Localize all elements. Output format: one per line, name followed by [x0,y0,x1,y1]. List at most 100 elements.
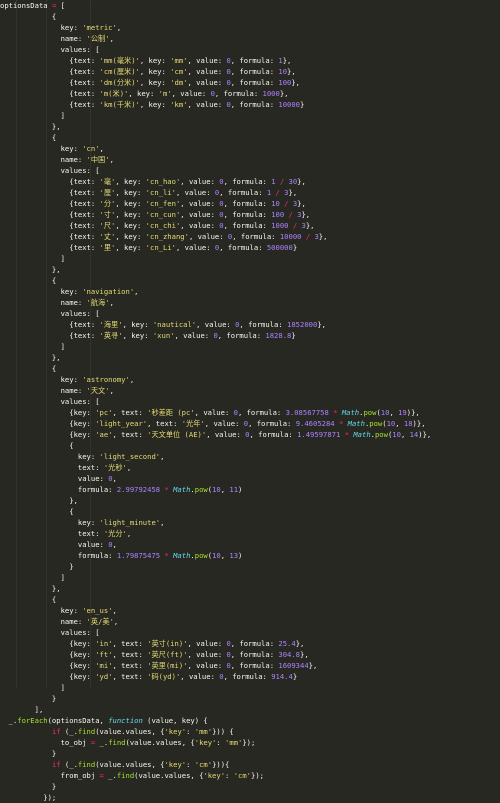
code-token: { [0,12,57,21]
code-token: 'key' [164,727,187,736]
code-token: 2.99792458 [116,485,161,494]
code-token: 10 [278,67,288,76]
code-token: ) [238,551,243,560]
code-token: 100 [271,210,285,219]
code-token: 3.08567758 [285,408,329,417]
code-token: {key: [0,661,96,670]
code-token: , formula: [223,672,272,681]
code-token: , value: [180,672,220,681]
code-token: pow [194,485,208,494]
code-token: 'km' [170,100,188,109]
code-token: , value: [171,89,211,98]
code-token: , formula: [214,89,263,98]
code-token: , [99,144,104,153]
code-token: , [134,287,139,296]
code-token: , value: [175,188,215,197]
code-token: 'dm(分米)' [99,78,140,87]
code-token: key: [0,144,83,153]
code-line: name: '航海', [0,297,114,308]
code-token: , key: [128,89,159,98]
code-token: '天文单位 (AE)' [147,430,207,439]
code-token: { [0,507,74,516]
code-token: } [292,243,298,252]
code-token: Math [341,408,360,417]
code-token: , [160,452,165,461]
code-token: values: [ [0,45,100,54]
code-token: 13 [229,551,239,560]
code-token: , [395,419,404,428]
code-token: 10 [271,199,280,208]
code-token: }, [317,320,326,329]
code-token: '码(yd)' [147,672,181,681]
code-token: if [51,727,61,736]
code-token: key: [0,287,83,296]
code-token: , [112,474,117,483]
code-line: {text: '海里', key: 'nautical', value: 0, … [0,319,326,330]
code-token: {text: [0,232,100,241]
code-token: 'cm' [170,67,188,76]
code-token: '分' [99,199,116,208]
code-token: , text: [112,650,148,659]
code-token: 14 [409,430,419,439]
code-token: , key: [139,78,171,87]
code-token: 914.4 [271,672,293,681]
code-token: 1852000 [287,320,318,329]
code-token: 'key' [194,738,217,747]
code-line: key: 'metric', [0,22,122,33]
code-token: } [292,672,298,681]
code-line: ] [0,110,65,121]
code-token: , formula: [223,199,272,208]
code-token: pow [194,551,208,560]
code-token: } [0,749,57,758]
code-token: , formula: [239,320,288,329]
code-line: {text: 'cm(厘米)', key: 'cm', value: 0, fo… [0,66,295,77]
code-line: {text: 'm(米)', key: 'm', value: 0, formu… [0,88,288,99]
code-line: } [0,693,56,704]
code-token: ] [0,254,65,263]
code-token: , text: [147,419,182,428]
code-token: ] [0,342,65,351]
code-line: name: '英/美', [0,616,119,627]
code-token: 'in' [95,639,113,648]
code-token: 'cm' [233,771,252,780]
code-token: })) { [212,727,234,736]
code-token: values: [ [0,166,100,175]
code-token: )}, [406,408,420,417]
code-line: ], [0,704,44,715]
code-token: , value: [180,221,220,230]
code-editor[interactable]: optionsData = [ { key: 'metric', name: '… [0,0,500,802]
code-token: ) [238,485,243,494]
code-token: 'mm' [225,738,243,747]
code-token: , formula: [230,67,279,76]
code-token: , [113,617,119,626]
code-line: if (_.find(value.values, {'key': 'cm'}))… [0,759,229,770]
code-token: 10 [386,419,396,428]
code-token: key: [0,375,83,384]
code-token: [ [56,1,65,10]
code-token: 'metric' [82,23,117,32]
code-line: {key: 'in', text: '英寸(in)', value: 0, fo… [0,638,304,649]
code-token: 'cn' [82,144,100,153]
code-token: , [389,408,399,417]
code-token: }, [308,661,318,670]
code-token: , value: [180,177,220,186]
code-token: name: [0,386,87,395]
code-line: from_obj = _.find(value.values, {'key': … [0,770,264,781]
code-token: 500000 [266,243,293,252]
code-line: { [0,440,73,451]
code-line: } [0,781,56,792]
code-line: {key: 'yd', text: '码(yd)', value: 0, for… [0,671,297,682]
code-line: { [0,132,56,143]
code-token: , formula: [223,221,272,230]
code-token: } [291,331,296,340]
code-token: key: [0,452,100,461]
code-token: 'cn_Li' [145,243,176,252]
code-token: {key: [0,408,96,417]
code-token: '丈' [99,232,116,241]
code-token: , text: [112,661,148,670]
code-token: '英寸(in)' [147,639,188,648]
code-token: , value: [187,67,227,76]
code-token: 'cm' [194,760,213,769]
code-line: key: 'navigation', [0,286,139,297]
code-token: {text: [0,243,100,252]
